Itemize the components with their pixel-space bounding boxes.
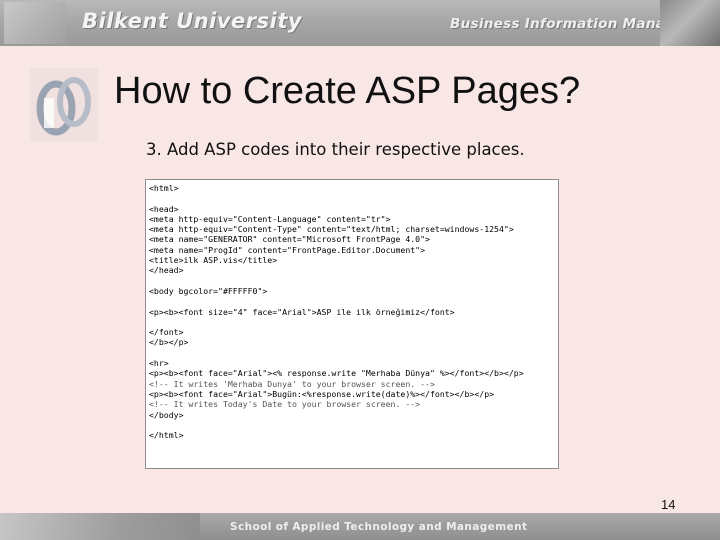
footer-banner: School of Applied Technology and Managem… [0, 513, 720, 540]
code-line: <meta http-equiv="Content-Type" content=… [149, 224, 514, 235]
bilkent-logo-icon [30, 68, 98, 142]
university-logo-icon [4, 2, 66, 44]
code-line: <html> [149, 183, 179, 193]
code-line: <p><b><font face="Arial">Bugün:<%respons… [149, 388, 495, 399]
header-photo [660, 0, 720, 46]
code-line: </body> [149, 409, 184, 420]
code-line: <!-- It writes Today's Date to your brow… [149, 399, 421, 410]
footer-school-name: School of Applied Technology and Managem… [230, 521, 528, 533]
code-line: </head> [149, 265, 184, 276]
slide-subtitle: 3. Add ASP codes into their respective p… [146, 140, 525, 159]
code-line: <title>ilk ASP.vis</title> [149, 255, 278, 266]
slide-title: How to Create ASP Pages? [114, 70, 581, 112]
code-line: <meta name="GENERATOR" content="Microsof… [149, 234, 430, 245]
code-line: <!-- It writes 'Merhaba Dunya' to your b… [149, 378, 435, 389]
code-line: <p><b><font face="Arial"><% response.wri… [149, 368, 524, 379]
code-screenshot: <html> <head> <meta http-equiv="Content-La… [145, 179, 559, 469]
page-number: 14 [661, 497, 676, 512]
code-line: <head> [149, 203, 179, 214]
code-line: <meta name="ProgId" content="FrontPage.E… [149, 244, 426, 255]
code-line: <p><b><font size="4" face="Arial">ASP il… [149, 306, 455, 317]
code-line: <meta http-equiv="Content-Language" cont… [149, 213, 391, 224]
code-line: </font> [149, 327, 184, 338]
code-line: </html> [149, 430, 184, 441]
code-line: </b></p> [149, 337, 189, 348]
code-line: <hr> [149, 358, 169, 369]
footer-decoration [0, 513, 200, 540]
code-line: <body bgcolor="#FFFFF0"> [149, 285, 268, 296]
header-banner: Bilkent University Business Information … [0, 0, 720, 46]
university-title: Bilkent University [82, 9, 303, 33]
